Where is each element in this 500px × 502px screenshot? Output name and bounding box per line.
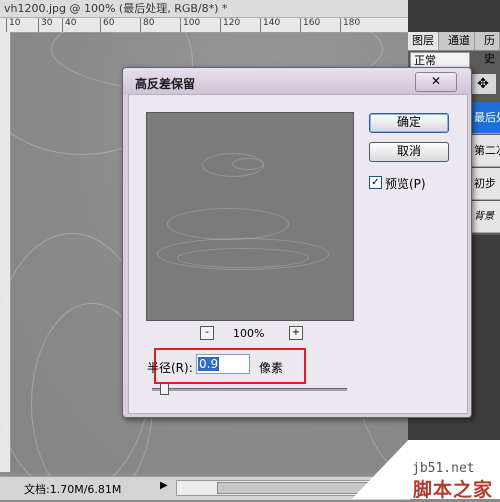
- ok-button[interactable]: 确定: [369, 113, 449, 133]
- radius-value: 0.9: [198, 357, 220, 371]
- dialog-titlebar[interactable]: 高反差保留 ✕: [123, 68, 471, 94]
- watermark-name: 脚本之家: [413, 479, 494, 501]
- high-pass-dialog: 高反差保留 ✕ - 100% + 半径(R): 0.9 像素 确定 取消 ✓ 预…: [122, 67, 472, 418]
- dialog-title: 高反差保留: [135, 77, 196, 91]
- dialog-body: - 100% + 半径(R): 0.9 像素 确定 取消 ✓ 预览(P): [128, 94, 468, 414]
- panel-tabs: 图层 通道 历史: [408, 32, 500, 65]
- move-icon[interactable]: ✥: [470, 74, 496, 94]
- watermark-url: jb51.net: [412, 461, 475, 476]
- zoom-out-button[interactable]: -: [200, 326, 214, 340]
- radius-label: 半径(R):: [147, 361, 193, 375]
- preview-checkbox[interactable]: ✓: [369, 176, 382, 189]
- layer-item[interactable]: 初步: [470, 168, 500, 200]
- cancel-button[interactable]: 取消: [369, 142, 449, 162]
- status-menu-arrow-icon[interactable]: ▶: [160, 480, 172, 494]
- zoom-level: 100%: [233, 327, 265, 340]
- close-button[interactable]: ✕: [415, 72, 457, 92]
- tab-channels[interactable]: 通道: [444, 32, 475, 50]
- filter-preview[interactable]: [146, 112, 354, 321]
- status-bar: 文档:1.70M/6.81M ▶: [0, 476, 410, 500]
- radius-input[interactable]: 0.9: [196, 354, 250, 374]
- radius-slider-thumb[interactable]: [160, 383, 169, 395]
- preview-checkbox-label: 预览(P): [385, 177, 426, 191]
- preview-feature: [232, 158, 264, 170]
- layer-item[interactable]: 最后处: [470, 102, 500, 134]
- preview-feature: [177, 248, 309, 268]
- document-size-status: 文档:1.70M/6.81M: [24, 483, 122, 496]
- radius-slider[interactable]: [152, 388, 347, 391]
- tab-layers[interactable]: 图层: [408, 32, 439, 50]
- preview-feature: [167, 208, 289, 240]
- panel-header: [408, 0, 500, 32]
- blend-mode-select[interactable]: 正常: [410, 52, 470, 68]
- radius-unit: 像素: [259, 361, 284, 375]
- zoom-in-button[interactable]: +: [289, 326, 303, 340]
- tab-history[interactable]: 历史: [480, 32, 500, 65]
- layer-item[interactable]: 第二次: [470, 135, 500, 167]
- layer-item[interactable]: 背景: [470, 201, 500, 233]
